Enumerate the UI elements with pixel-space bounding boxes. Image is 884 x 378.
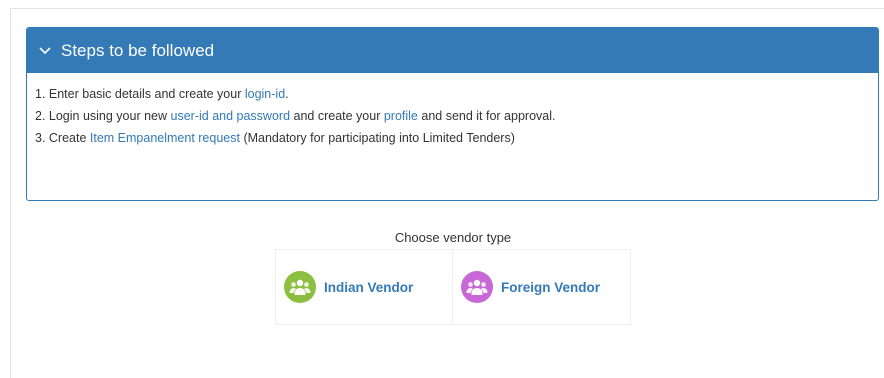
profile-link[interactable]: profile	[384, 109, 418, 123]
vendor-type-chooser: Choose vendor type Indian Vendor Foreign…	[275, 229, 631, 325]
step-3-suffix: (Mandatory for participating into Limite…	[239, 131, 515, 145]
step-2-middle: and create your	[290, 109, 384, 123]
steps-list: 1. Enter basic details and create your l…	[27, 73, 878, 149]
step-2-text: 2. Login using your new	[35, 109, 171, 123]
chevron-down-icon[interactable]	[39, 46, 51, 56]
users-icon	[461, 271, 493, 303]
foreign-vendor-option[interactable]: Foreign Vendor	[453, 249, 631, 325]
step-3-text: 3. Create	[35, 131, 90, 145]
step-2: 2. Login using your new user-id and pass…	[35, 105, 878, 127]
item-empanelment-link[interactable]: Item Empanelment request	[90, 131, 240, 145]
steps-panel-heading[interactable]: Steps to be followed	[27, 28, 878, 73]
indian-vendor-option[interactable]: Indian Vendor	[275, 249, 453, 325]
users-icon	[284, 271, 316, 303]
step-2-suffix: and send it for approval.	[417, 109, 556, 123]
steps-panel: Steps to be followed 1. Enter basic deta…	[26, 27, 879, 201]
choose-vendor-label: Choose vendor type	[394, 230, 512, 245]
login-id-link[interactable]: login-id	[245, 87, 285, 101]
steps-panel-title: Steps to be followed	[61, 41, 215, 60]
user-id-password-link[interactable]: user-id and password	[171, 109, 291, 123]
indian-vendor-label: Indian Vendor	[324, 279, 414, 295]
foreign-vendor-label: Foreign Vendor	[501, 279, 601, 295]
step-1: 1. Enter basic details and create your l…	[35, 83, 878, 105]
vendor-options: Indian Vendor Foreign Vendor	[275, 249, 631, 325]
step-3: 3. Create Item Empanelment request (Mand…	[35, 127, 878, 149]
step-1-suffix: .	[285, 87, 289, 101]
step-1-text: 1. Enter basic details and create your	[35, 87, 245, 101]
